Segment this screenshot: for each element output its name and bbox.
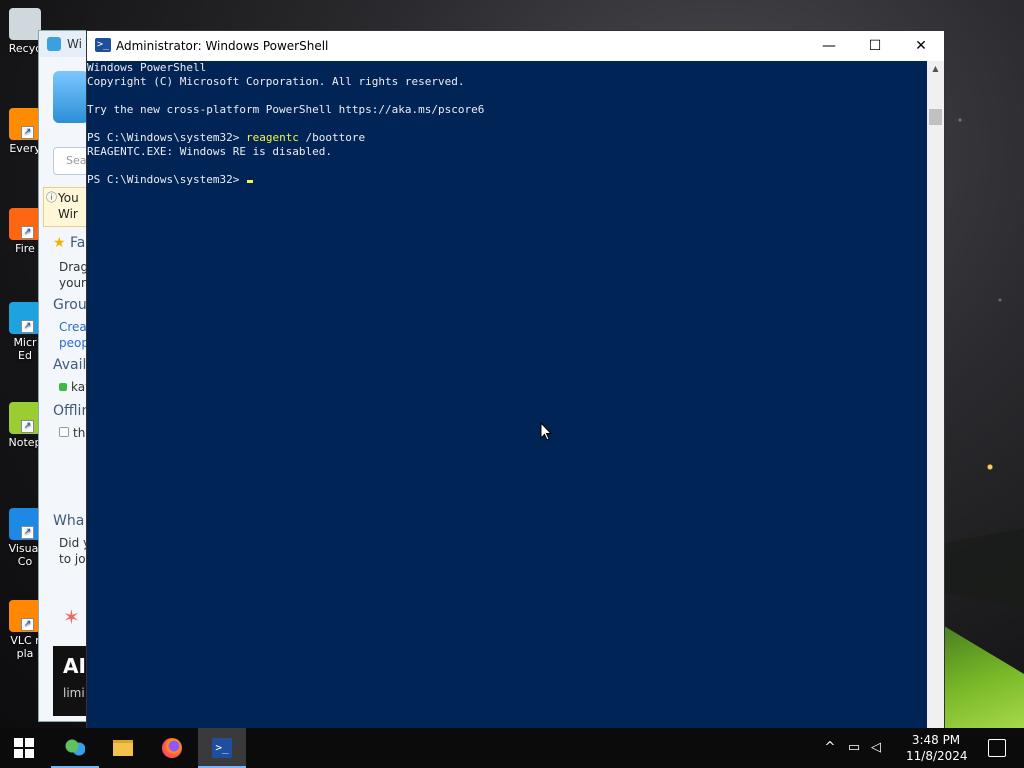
microsoft-edge-icon: ↗ bbox=[9, 302, 41, 334]
butterfly-icon: ✶ bbox=[63, 605, 80, 629]
console-command: reagentc bbox=[245, 131, 299, 144]
offline-heading: Offlin bbox=[53, 403, 91, 419]
console-prompt: PS C:\Windows\system32> bbox=[87, 131, 246, 144]
avatar[interactable] bbox=[53, 71, 89, 123]
scroll-up-arrow-icon[interactable]: ▲ bbox=[927, 61, 944, 77]
console-command-args: /boottore bbox=[298, 131, 366, 144]
folder-icon bbox=[113, 740, 133, 756]
shortcut-arrow-icon: ↗ bbox=[21, 618, 34, 631]
clock[interactable]: 3:48 PM 11/8/2024 bbox=[906, 732, 968, 764]
maximize-button[interactable]: ☐ bbox=[852, 31, 898, 61]
messenger-taskbar-button[interactable] bbox=[51, 728, 99, 768]
shortcut-arrow-icon: ↗ bbox=[21, 320, 34, 333]
windows-logo-icon bbox=[14, 738, 34, 758]
scrollbar-thumb[interactable] bbox=[929, 109, 942, 125]
console-output[interactable]: Windows PowerShell Copyright (C) Microsof… bbox=[87, 61, 927, 729]
console-line: Copyright (C) Microsoft Corporation. All… bbox=[87, 75, 465, 88]
text-cursor bbox=[246, 180, 253, 183]
console-line: Windows PowerShell bbox=[87, 61, 207, 74]
recycle-bin-icon bbox=[9, 8, 41, 40]
powershell-taskbar-button[interactable]: >_ bbox=[198, 728, 246, 768]
firefox-icon: ↗ bbox=[9, 208, 41, 240]
firefox-taskbar-button[interactable] bbox=[148, 728, 196, 768]
notepad--icon: ↗ bbox=[9, 402, 41, 434]
vlc-media-player-icon: ↗ bbox=[9, 600, 41, 632]
start-button[interactable] bbox=[0, 728, 48, 768]
minimize-button[interactable]: — bbox=[806, 31, 852, 61]
available-heading: Avail bbox=[53, 357, 87, 373]
clock-time: 3:48 PM bbox=[911, 733, 961, 747]
console-prompt: PS C:\Windows\system32> bbox=[87, 173, 246, 186]
console-line: PS C:\Windows\system32> bbox=[87, 173, 253, 187]
shortcut-arrow-icon: ↗ bbox=[21, 226, 34, 239]
shortcut-arrow-icon: ↗ bbox=[21, 126, 34, 139]
powershell-titlebar[interactable]: >_ Administrator: Windows PowerShell — ☐… bbox=[87, 31, 944, 61]
favorites-heading: ★ Fa bbox=[53, 235, 86, 251]
powershell-icon: >_ bbox=[95, 38, 111, 52]
mouse-cursor-icon bbox=[540, 422, 553, 441]
online-status-icon bbox=[59, 383, 67, 391]
taskbar: >_ ^ ▭ ◁ 3:48 PM 11/8/2024 bbox=[0, 728, 1024, 768]
groups-heading: Grou bbox=[53, 297, 87, 313]
close-button[interactable]: ✕ bbox=[898, 31, 944, 61]
messenger-icon bbox=[65, 738, 85, 758]
shortcut-arrow-icon: ↗ bbox=[21, 526, 34, 539]
network-icon[interactable]: ▭ bbox=[846, 740, 862, 756]
volume-muted-icon[interactable]: ◁ bbox=[868, 740, 884, 756]
console-line: REAGENTC.EXE: Windows RE is disabled. bbox=[87, 145, 333, 158]
whats-new-heading: Wha bbox=[53, 513, 85, 529]
system-tray: ^ ▭ ◁ 3:48 PM 11/8/2024 bbox=[804, 728, 1024, 768]
star-icon: ★ bbox=[53, 235, 66, 251]
favorites-hint: Drag your bbox=[59, 260, 89, 290]
chevron-up-icon[interactable]: ^ bbox=[822, 740, 838, 756]
messenger-title: Wi bbox=[67, 37, 82, 51]
visual-studio-code-icon: ↗ bbox=[9, 508, 41, 540]
powershell-window[interactable]: >_ Administrator: Windows PowerShell — ☐… bbox=[86, 30, 945, 730]
window-title: Administrator: Windows PowerShell bbox=[116, 39, 329, 53]
vertical-scrollbar[interactable]: ▲ bbox=[927, 61, 944, 729]
offline-status-icon bbox=[59, 427, 69, 437]
console-line: PS C:\Windows\system32> reagentc /bootto… bbox=[87, 131, 365, 145]
everything-icon: ↗ bbox=[9, 108, 41, 140]
console-line: Try the new cross-platform PowerShell ht… bbox=[87, 103, 485, 116]
warning-text: You Wir bbox=[58, 191, 79, 221]
file-explorer-taskbar-button[interactable] bbox=[99, 728, 147, 768]
firefox-icon bbox=[162, 738, 182, 758]
notification-center-icon[interactable] bbox=[988, 739, 1006, 757]
powershell-icon: >_ bbox=[212, 738, 232, 758]
info-icon: ⓘ bbox=[46, 191, 57, 204]
shortcut-arrow-icon: ↗ bbox=[21, 420, 34, 433]
clock-date: 11/8/2024 bbox=[906, 749, 968, 763]
messenger-icon bbox=[47, 37, 61, 51]
